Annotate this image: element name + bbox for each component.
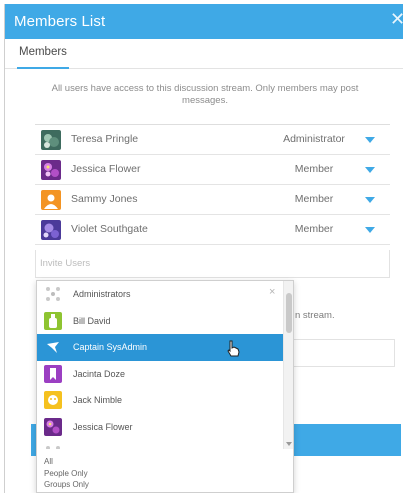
obscured-input-box: [292, 339, 395, 367]
yellow-face-icon: [44, 391, 62, 409]
access-info-text: All users have access to this discussion…: [51, 83, 359, 106]
list-item[interactable]: Jessica Flower: [37, 414, 283, 441]
member-name: Sammy Jones: [71, 193, 138, 205]
list-item-label: Jessica Flower: [73, 421, 133, 432]
dropdown-scrollbar[interactable]: [283, 281, 293, 449]
list-item-label: Bill David: [73, 315, 111, 326]
purple-flower-avatar-icon: [41, 160, 61, 180]
filter-option-people-only[interactable]: People Only: [37, 469, 283, 481]
close-icon[interactable]: ✕: [390, 10, 403, 28]
tab-members[interactable]: Members: [17, 39, 69, 69]
obscured-info-text: n stream.: [295, 310, 335, 321]
role-dropdown-caret-icon[interactable]: [365, 227, 375, 233]
tab-bar: Members: [5, 39, 403, 69]
teal-flower-avatar-icon: [41, 130, 61, 150]
group-dots-icon: [46, 287, 60, 301]
filter-option-all[interactable]: All: [37, 457, 283, 469]
blue-bird-icon: [44, 338, 62, 356]
list-item-label: Jack Nimble: [73, 395, 123, 405]
orange-person-avatar-icon: [41, 190, 61, 210]
role-dropdown-caret-icon[interactable]: [365, 167, 375, 173]
role-dropdown-caret-icon[interactable]: [365, 137, 375, 143]
list-item-label: Jacinta Doze: [73, 368, 126, 379]
user-picker-dropdown: Administrators Bill David Captain SysAdm…: [36, 280, 294, 493]
list-item-label: Captain SysAdmin: [73, 342, 148, 352]
green-bottle-icon: [44, 311, 62, 330]
invite-users-field: [35, 250, 390, 278]
member-row: Jessica Flower Member: [35, 155, 390, 185]
member-row: Teresa Pringle Administrator: [35, 125, 390, 155]
filter-option-groups-only[interactable]: Groups Only: [37, 480, 283, 492]
list-item-label: Administrators: [73, 289, 131, 299]
member-name: Teresa Pringle: [71, 133, 139, 145]
member-role[interactable]: Administrator: [279, 133, 349, 145]
clear-icon[interactable]: ×: [269, 286, 275, 298]
purple-bookmark-icon: [44, 364, 62, 383]
role-dropdown-caret-icon[interactable]: [365, 197, 375, 203]
purple-flower-icon: [44, 417, 62, 436]
list-item[interactable]: Bill David: [37, 308, 283, 335]
list-item[interactable]: Administrators: [37, 281, 283, 308]
members-list: Teresa Pringle Administrator Jessica Flo…: [35, 124, 390, 245]
scrollbar-thumb[interactable]: [286, 293, 292, 333]
hand-pointer-cursor-icon: [227, 340, 240, 357]
dialog-titlebar: Members List ✕: [5, 4, 403, 39]
member-role[interactable]: Member: [279, 223, 349, 235]
member-name: Violet Southgate: [71, 223, 148, 235]
user-picker-list: Administrators Bill David Captain SysAdm…: [37, 281, 283, 449]
member-role[interactable]: Member: [279, 163, 349, 175]
members-dialog: Members List ✕ Members All users have ac…: [4, 4, 403, 493]
member-name: Jessica Flower: [71, 163, 141, 175]
violet-flower-avatar-icon: [41, 220, 61, 240]
list-item[interactable]: Jack Nimble: [37, 387, 283, 414]
member-row: Sammy Jones Member: [35, 185, 390, 215]
filter-options: All People Only Groups Only: [37, 457, 283, 492]
group-dots-icon: [46, 446, 60, 449]
list-item-selected[interactable]: Captain SysAdmin: [37, 334, 283, 361]
dialog-title: Members List: [14, 13, 106, 30]
member-role[interactable]: Member: [279, 193, 349, 205]
member-row: Violet Southgate Member: [35, 215, 390, 245]
list-item[interactable]: Jacinta Doze: [37, 361, 283, 388]
invite-users-input[interactable]: [40, 256, 340, 270]
scroll-down-arrow-icon[interactable]: [286, 442, 292, 446]
list-item[interactable]: [37, 440, 283, 449]
